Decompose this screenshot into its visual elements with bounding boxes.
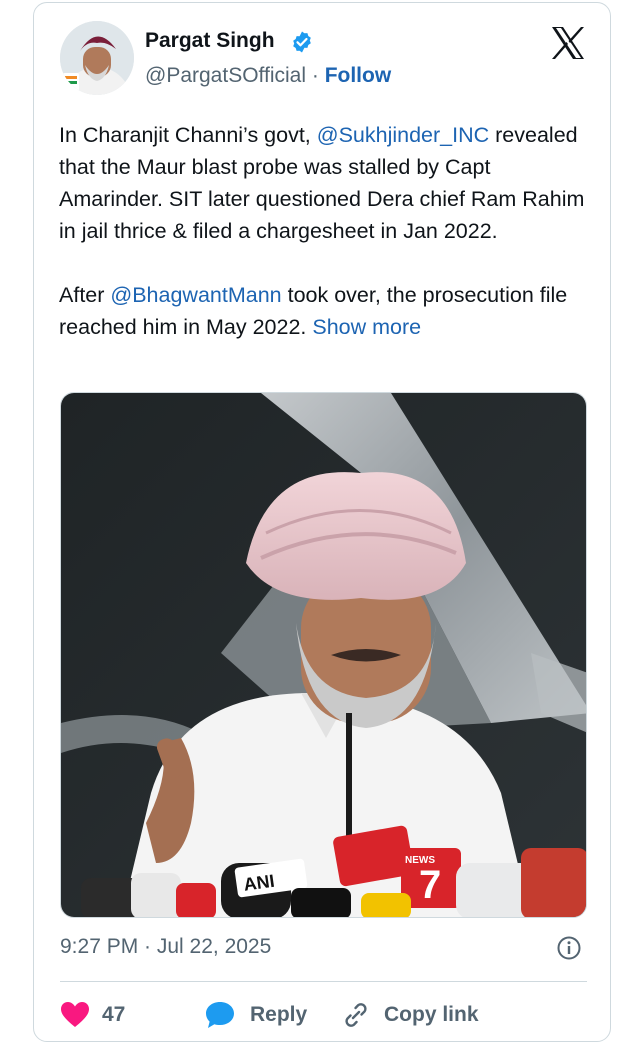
avatar[interactable] (60, 21, 134, 95)
info-icon[interactable] (556, 935, 582, 961)
follow-button[interactable]: Follow (325, 64, 392, 87)
like-count: 47 (102, 1003, 126, 1026)
x-logo-icon[interactable] (548, 23, 588, 63)
mention-link[interactable]: @BhagwantMann (110, 283, 281, 307)
text-segment: In Charanjit Channi’s govt, (59, 123, 317, 147)
author-handle[interactable]: @PargatSOfficial (145, 64, 306, 87)
action-bar: 47 Reply Copy link (60, 995, 600, 1035)
show-more-link[interactable]: Show more (312, 315, 421, 339)
mic-label: NEWS (405, 855, 435, 866)
tweet-text: In Charanjit Channi’s govt, @Sukhjinder_… (59, 119, 589, 343)
text-segment: After (59, 283, 111, 307)
copy-link-button[interactable]: Copy link (340, 995, 479, 1035)
press-conference-photo: ANI 7 NEWS (61, 393, 586, 917)
tweet-paragraph-2: After @BhagwantMann took over, the prose… (59, 279, 589, 343)
divider (60, 981, 587, 982)
link-icon (345, 1003, 367, 1027)
reply-label: Reply (250, 1003, 308, 1026)
mic-label: ANI (242, 871, 275, 895)
reply-button[interactable]: Reply (204, 995, 307, 1035)
tweet-card: Pargat Singh @PargatSOfficial · Follow I… (33, 2, 611, 1042)
avatar-image (60, 21, 134, 95)
author-handle-row: @PargatSOfficial · Follow (145, 64, 391, 88)
separator-dot: · (311, 64, 319, 87)
reply-bubble-icon (206, 1002, 234, 1028)
author-name[interactable]: Pargat Singh (145, 29, 275, 53)
like-button[interactable]: 47 (60, 995, 125, 1035)
media-image[interactable]: ANI 7 NEWS (60, 392, 587, 918)
heart-icon (61, 1002, 89, 1027)
mention-link[interactable]: @Sukhjinder_INC (317, 123, 489, 147)
tweet-timestamp[interactable]: 9:27 PM · Jul 22, 2025 (60, 935, 271, 959)
copy-link-label: Copy link (384, 1003, 479, 1026)
mic-digit: 7 (419, 863, 441, 907)
verified-badge-icon (293, 31, 311, 53)
tweet-paragraph-1: In Charanjit Channi’s govt, @Sukhjinder_… (59, 119, 589, 247)
